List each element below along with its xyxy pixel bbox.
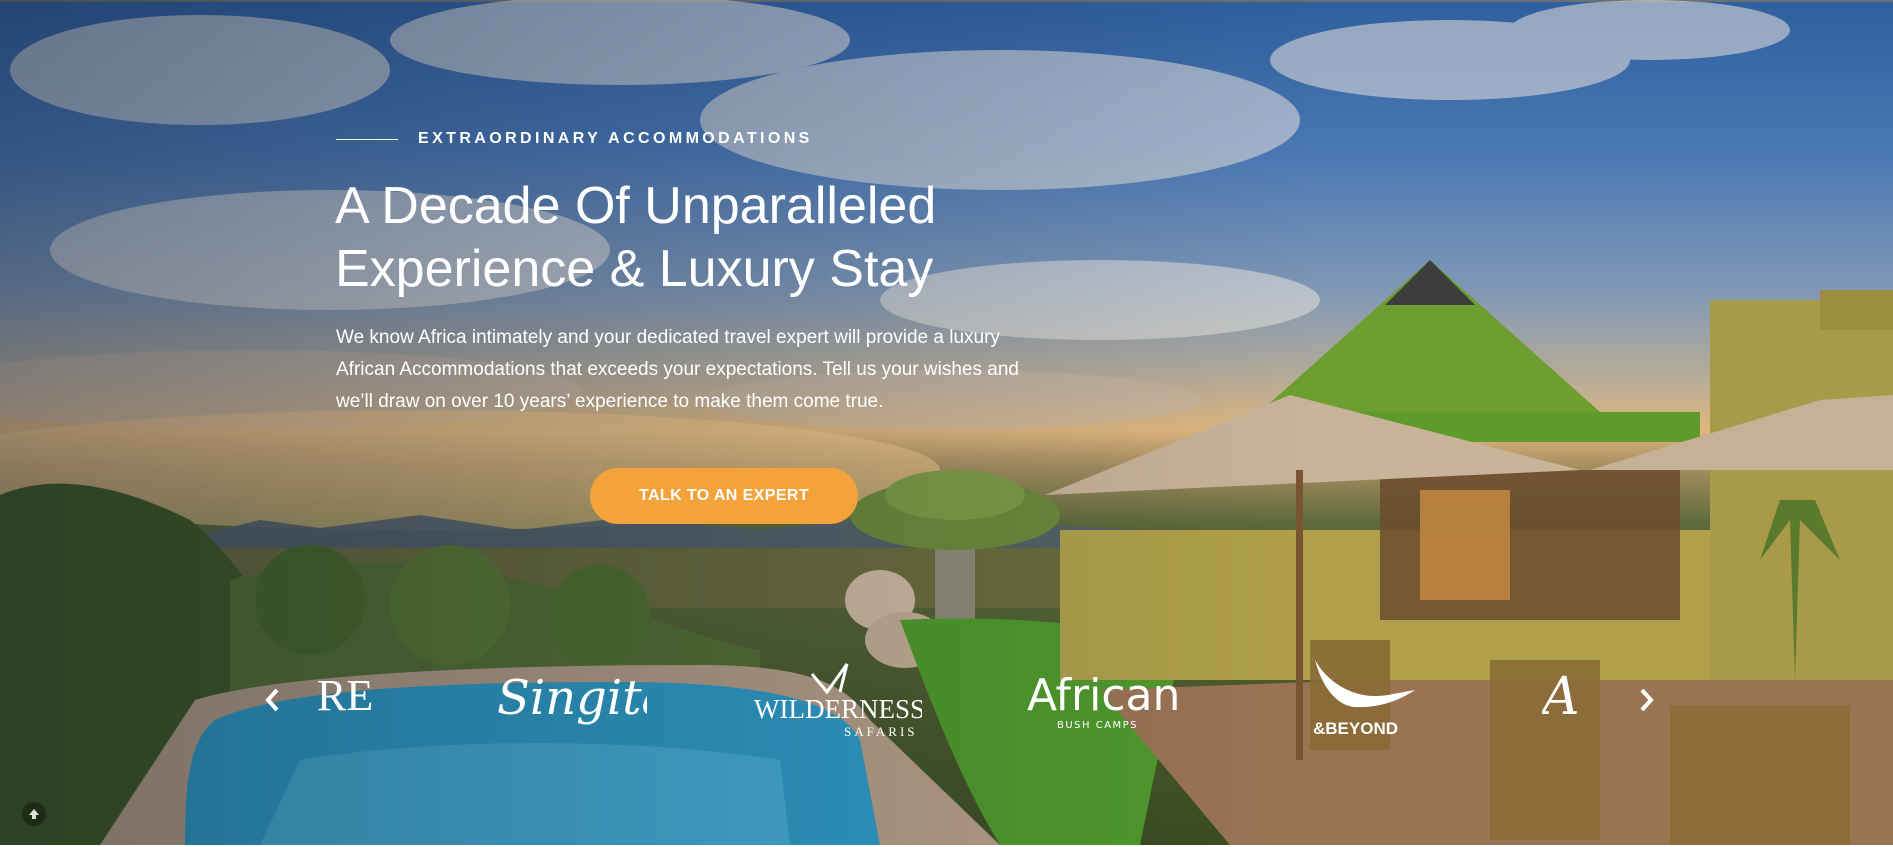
headline-line-2: Experience & Luxury Stay (335, 240, 934, 298)
wilderness-safaris-logo[interactable]: WILDERNESS SAFARIS (752, 652, 925, 752)
chevron-right-icon (1640, 688, 1654, 712)
hero-section: EXTRAORDINARY ACCOMMODATIONS A Decade Of… (0, 0, 1893, 845)
headline-line-1: A Decade Of Unparalleled (335, 177, 937, 235)
hero-headline: A Decade Of Unparalleled Experience & Lu… (335, 175, 1095, 301)
african-bush-camps-logo-art: African BUSH CAMPS (1027, 670, 1180, 731)
scroll-to-top-button[interactable] (22, 802, 46, 826)
eyebrow-text: EXTRAORDINARY ACCOMMODATIONS (418, 130, 813, 147)
partial-logo-right[interactable]: A (1538, 652, 1617, 752)
intro-line-1: We know Africa intimately and your dedic… (336, 327, 1000, 348)
singita-logo-art: Singita (497, 670, 670, 726)
partial-logo-text: RE (317, 671, 373, 720)
carousel-next-button[interactable] (1633, 682, 1661, 718)
section-eyebrow: EXTRAORDINARY ACCOMMODATIONS (336, 130, 813, 148)
wilderness-logo-text: WILDERNESS (754, 694, 922, 724)
chevron-left-icon (265, 688, 279, 712)
singita-logo[interactable]: Singita (497, 652, 670, 752)
african-logo-sub: BUSH CAMPS (1057, 720, 1138, 731)
arrow-up-circle-icon (29, 809, 39, 819)
partner-logos: RE Singita WILDERNESS SAFARIS Af (317, 640, 1617, 760)
partner-logo-carousel: RE Singita WILDERNESS SAFARIS Af (255, 640, 1655, 760)
african-logo-text: African (1027, 670, 1177, 721)
talk-to-expert-button[interactable]: TALK TO AN EXPERT (590, 468, 858, 524)
carousel-prev-button[interactable] (258, 682, 286, 718)
wilderness-logo-art: WILDERNESS SAFARIS (754, 663, 925, 739)
partial-right-logo-text: A (1542, 667, 1580, 727)
african-bush-camps-logo[interactable]: African BUSH CAMPS (1027, 652, 1180, 752)
intro-line-3: we’ll draw on over 10 years’ experience … (336, 391, 884, 412)
eyebrow-divider (336, 138, 398, 140)
partial-logo-right-art: A (1538, 667, 1580, 727)
andbeyond-logo[interactable]: &BEYOND (1307, 652, 1427, 752)
andbeyond-logo-art: &BEYOND (1313, 660, 1415, 738)
wilderness-logo-sub: SAFARIS (844, 724, 918, 739)
andbeyond-logo-text: &BEYOND (1313, 719, 1398, 738)
singita-logo-text: Singita (497, 670, 647, 726)
hero-intro: We know Africa intimately and your dedic… (336, 322, 1136, 418)
partial-logo-art: RE (317, 671, 373, 720)
intro-line-2: African Accommodations that exceeds your… (336, 359, 1019, 380)
partial-logo[interactable]: RE (317, 652, 377, 752)
